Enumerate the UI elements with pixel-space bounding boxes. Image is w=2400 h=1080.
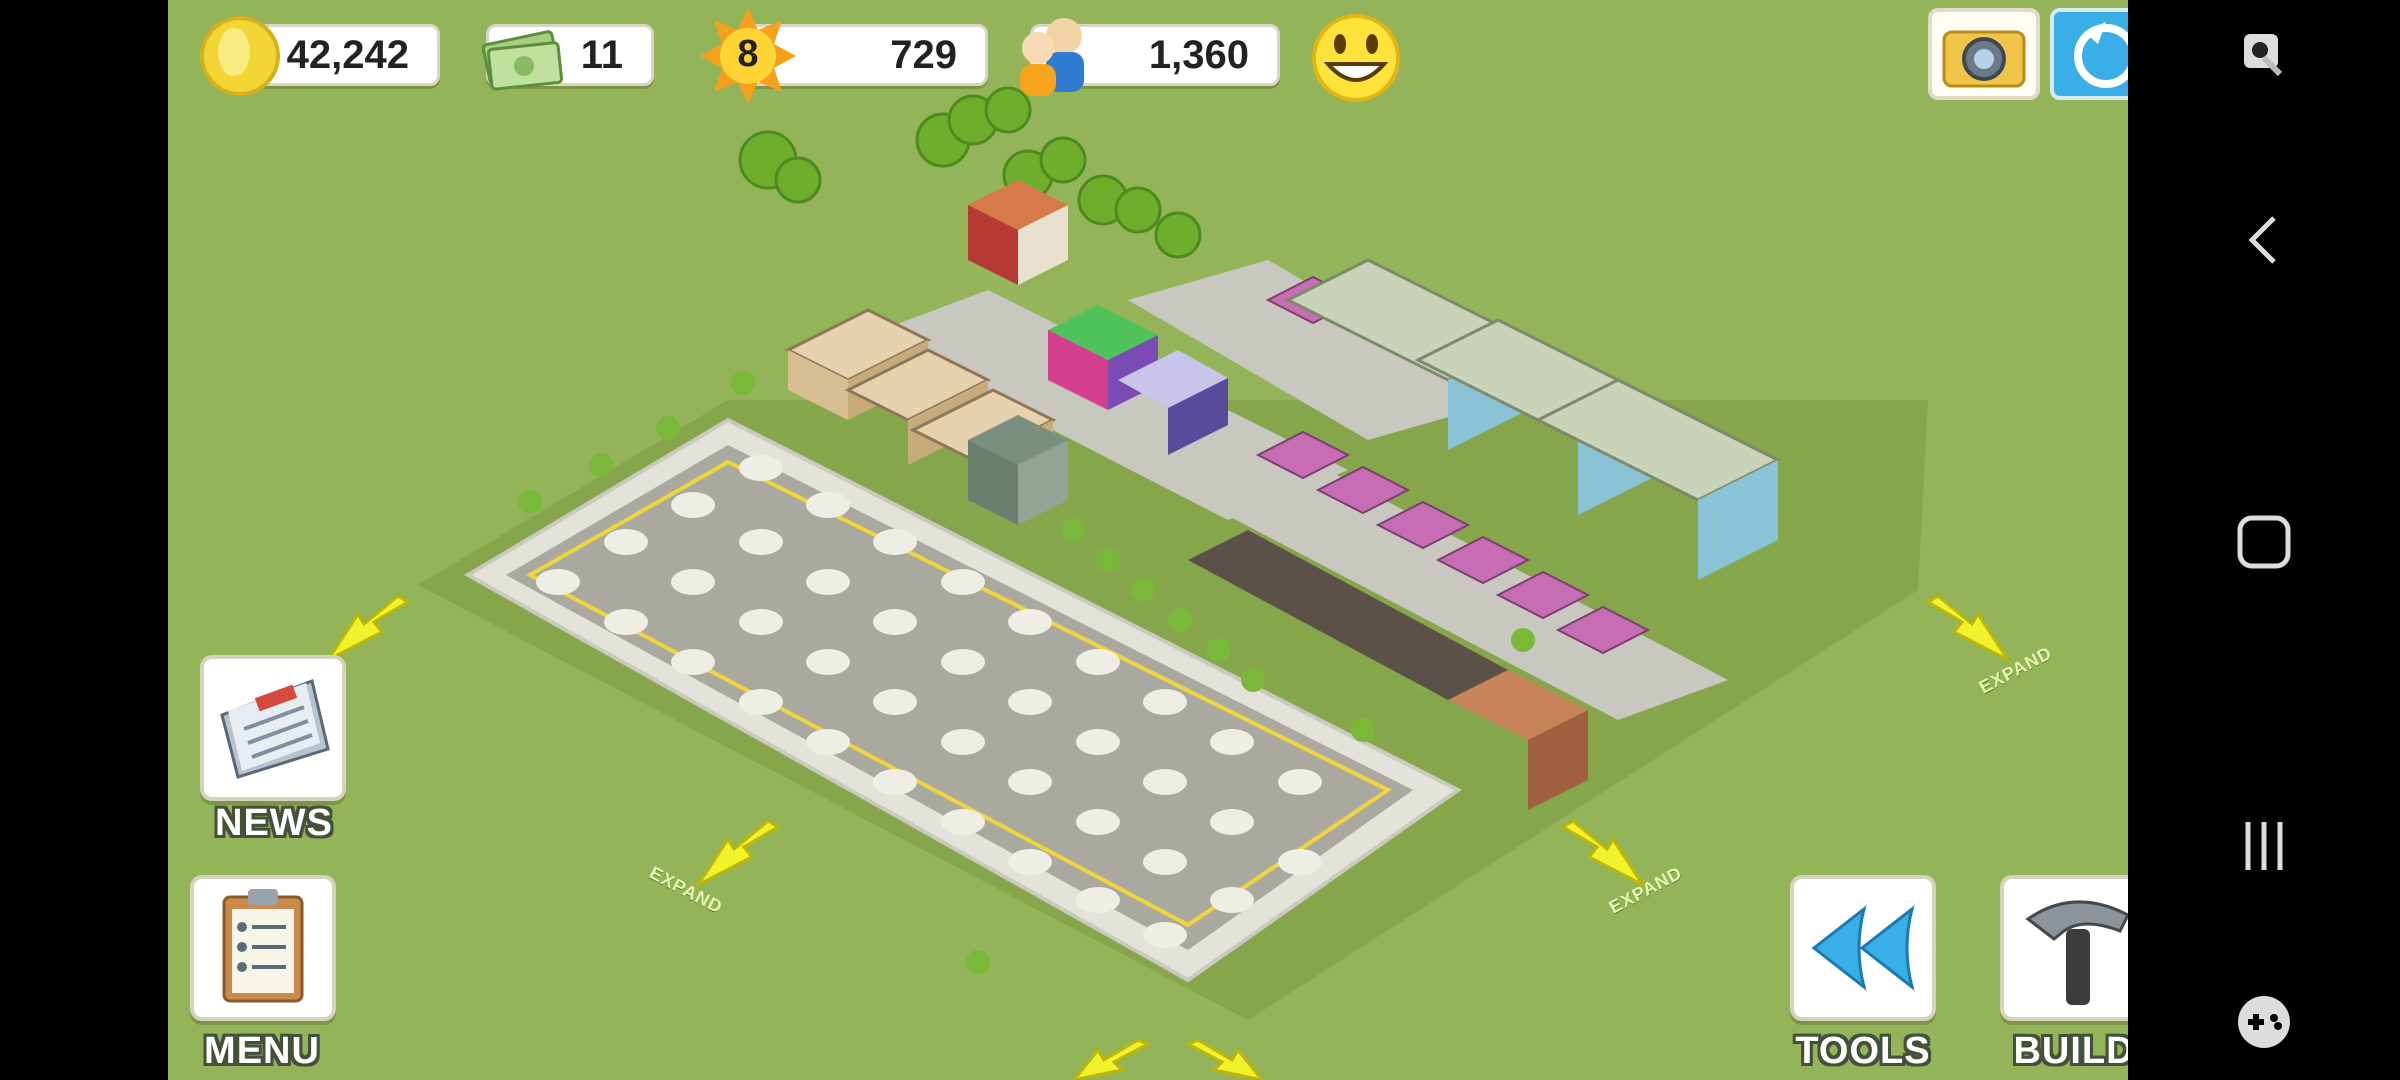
social-button[interactable] <box>2050 8 2128 100</box>
screen-capture-icon <box>2244 34 2283 77</box>
news-label: NEWS <box>215 802 333 844</box>
tools-label: TOOLS <box>1795 1030 1931 1072</box>
news-button[interactable] <box>200 655 346 801</box>
coin-icon <box>200 16 280 96</box>
back-icon <box>2248 216 2276 264</box>
system-nav-bar <box>2128 0 2400 1080</box>
tools-button[interactable] <box>1790 875 1936 1021</box>
home-icon <box>2237 515 2291 569</box>
xp-value: 729 <box>890 32 957 77</box>
clipboard-icon <box>222 889 304 1003</box>
build-label: BUILD <box>2013 1030 2128 1072</box>
social-icon <box>2074 22 2128 88</box>
expand-arrow-east[interactable] <box>1918 590 2018 670</box>
happiness-icon[interactable] <box>1310 12 1402 104</box>
red-house[interactable] <box>968 180 1068 285</box>
game-canvas[interactable]: 42,242 11 729 8 1,360 EXPAND EXPAND EXPA… <box>168 0 2128 1080</box>
camera-icon <box>1942 30 2026 88</box>
cash-icon <box>481 30 563 91</box>
expand-arrow-south-right[interactable] <box>1178 1040 1268 1080</box>
rewind-icon <box>1811 905 1915 991</box>
newspaper-icon <box>220 678 330 779</box>
population-icon <box>1020 18 1084 96</box>
screen-capture-button[interactable] <box>2218 10 2310 102</box>
hammer-icon <box>2025 900 2128 1005</box>
back-button[interactable] <box>2218 194 2310 286</box>
population-value: 1,360 <box>1148 32 1249 77</box>
game-tools-button[interactable] <box>2218 976 2310 1068</box>
build-button[interactable] <box>2000 875 2128 1021</box>
expand-arrow-south-left[interactable] <box>1068 1040 1158 1080</box>
recents-icon <box>2245 822 2283 870</box>
menu-label: MENU <box>204 1030 320 1072</box>
cash-value: 11 <box>580 32 623 77</box>
menu-button[interactable] <box>190 875 336 1021</box>
level-value: 8 <box>737 33 759 75</box>
coins-value: 42,242 <box>286 32 409 77</box>
camera-button[interactable] <box>1928 8 2040 100</box>
home-button[interactable] <box>2218 496 2310 588</box>
recents-button[interactable] <box>2218 800 2310 892</box>
expand-arrow-southwest[interactable] <box>688 815 788 895</box>
gamepad-icon <box>2238 996 2290 1048</box>
